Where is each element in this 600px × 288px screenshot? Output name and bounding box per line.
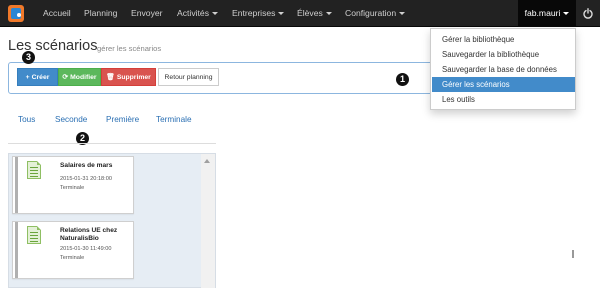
nav-item-envoyer[interactable]: Envoyer xyxy=(131,0,163,27)
spreadsheet-file-icon xyxy=(27,161,41,179)
tab-seconde[interactable]: Seconde xyxy=(55,115,87,124)
create-button[interactable]: + Créer xyxy=(17,68,58,86)
page-title: Les scénarios xyxy=(8,38,98,54)
scenario-date: 2015-01-31 20:18:00 xyxy=(60,176,112,182)
tab-premiere[interactable]: Première xyxy=(106,115,139,124)
app-logo-icon[interactable] xyxy=(8,5,24,22)
tab-tous[interactable]: Tous xyxy=(18,115,35,124)
refresh-icon: ⟳ xyxy=(62,74,69,81)
scenario-level: Terminale xyxy=(60,185,85,191)
annotation-badge-3: 3 xyxy=(22,51,35,64)
scenario-card[interactable]: Salaires de mars 2015-01-31 20:18:00 Ter… xyxy=(12,156,134,214)
nav-item-activites[interactable]: Activités xyxy=(177,0,218,27)
menu-item-manage-scenarios[interactable]: Gérer les scénarios xyxy=(432,77,575,92)
scenario-name: Salaires de mars xyxy=(60,162,113,169)
scenario-date: 2015-01-30 11:49:00 xyxy=(60,246,112,252)
menu-item-save-library[interactable]: Sauvegarder la bibliothèque xyxy=(432,47,575,62)
scenario-name: Relations UE chez NaturalisBio xyxy=(60,227,118,242)
delete-button[interactable]: 🗑 Supprimer xyxy=(101,68,156,86)
nav-item-entreprises[interactable]: Entreprises xyxy=(232,0,285,27)
power-icon[interactable] xyxy=(583,8,593,19)
nav-item-accueil[interactable]: Accueil xyxy=(43,0,71,27)
user-menu[interactable]: fab.mauri xyxy=(518,0,576,27)
nav-item-configuration[interactable]: Configuration xyxy=(345,0,406,27)
plus-icon: + xyxy=(25,74,30,81)
tab-terminale[interactable]: Terminale xyxy=(156,115,192,124)
page-subtitle: gérer les scénarios xyxy=(97,44,162,53)
chevron-down-icon xyxy=(325,12,332,15)
card-stripe xyxy=(15,222,18,278)
annotation-badge-1: 1 xyxy=(396,73,409,86)
nav-item-eleves[interactable]: Élèves xyxy=(297,0,332,27)
scenario-level: Terminale xyxy=(60,255,85,261)
tabs-divider xyxy=(8,143,216,144)
menu-item-save-database[interactable]: Sauvegarder la base de données xyxy=(432,62,575,77)
user-dropdown-menu: Gérer la bibliothèque Sauvegarder la bib… xyxy=(430,28,576,110)
edit-button[interactable]: ⟳ Modifier xyxy=(58,68,101,86)
chevron-down-icon xyxy=(563,12,570,15)
nav-item-planning[interactable]: Planning xyxy=(84,0,117,27)
menu-item-manage-library[interactable]: Gérer la bibliothèque xyxy=(432,32,575,47)
spreadsheet-file-icon xyxy=(27,226,41,244)
scrollbar[interactable] xyxy=(201,154,215,288)
card-stripe xyxy=(15,157,18,213)
back-to-planning-button[interactable]: Retour planning xyxy=(158,68,219,86)
scroll-up-arrow-icon[interactable] xyxy=(204,159,210,163)
page-root: Accueil Planning Envoyer Activités Entre… xyxy=(0,0,600,288)
chevron-down-icon xyxy=(212,12,218,15)
scenario-card[interactable]: Relations UE chez NaturalisBio 2015-01-30… xyxy=(12,221,134,279)
top-navbar: Accueil Planning Envoyer Activités Entre… xyxy=(0,0,600,27)
text-cursor-icon xyxy=(572,250,574,258)
chevron-down-icon xyxy=(278,12,285,15)
trash-icon: 🗑 xyxy=(106,74,115,81)
chevron-down-icon xyxy=(399,12,406,15)
menu-item-tools[interactable]: Les outils xyxy=(432,92,575,107)
